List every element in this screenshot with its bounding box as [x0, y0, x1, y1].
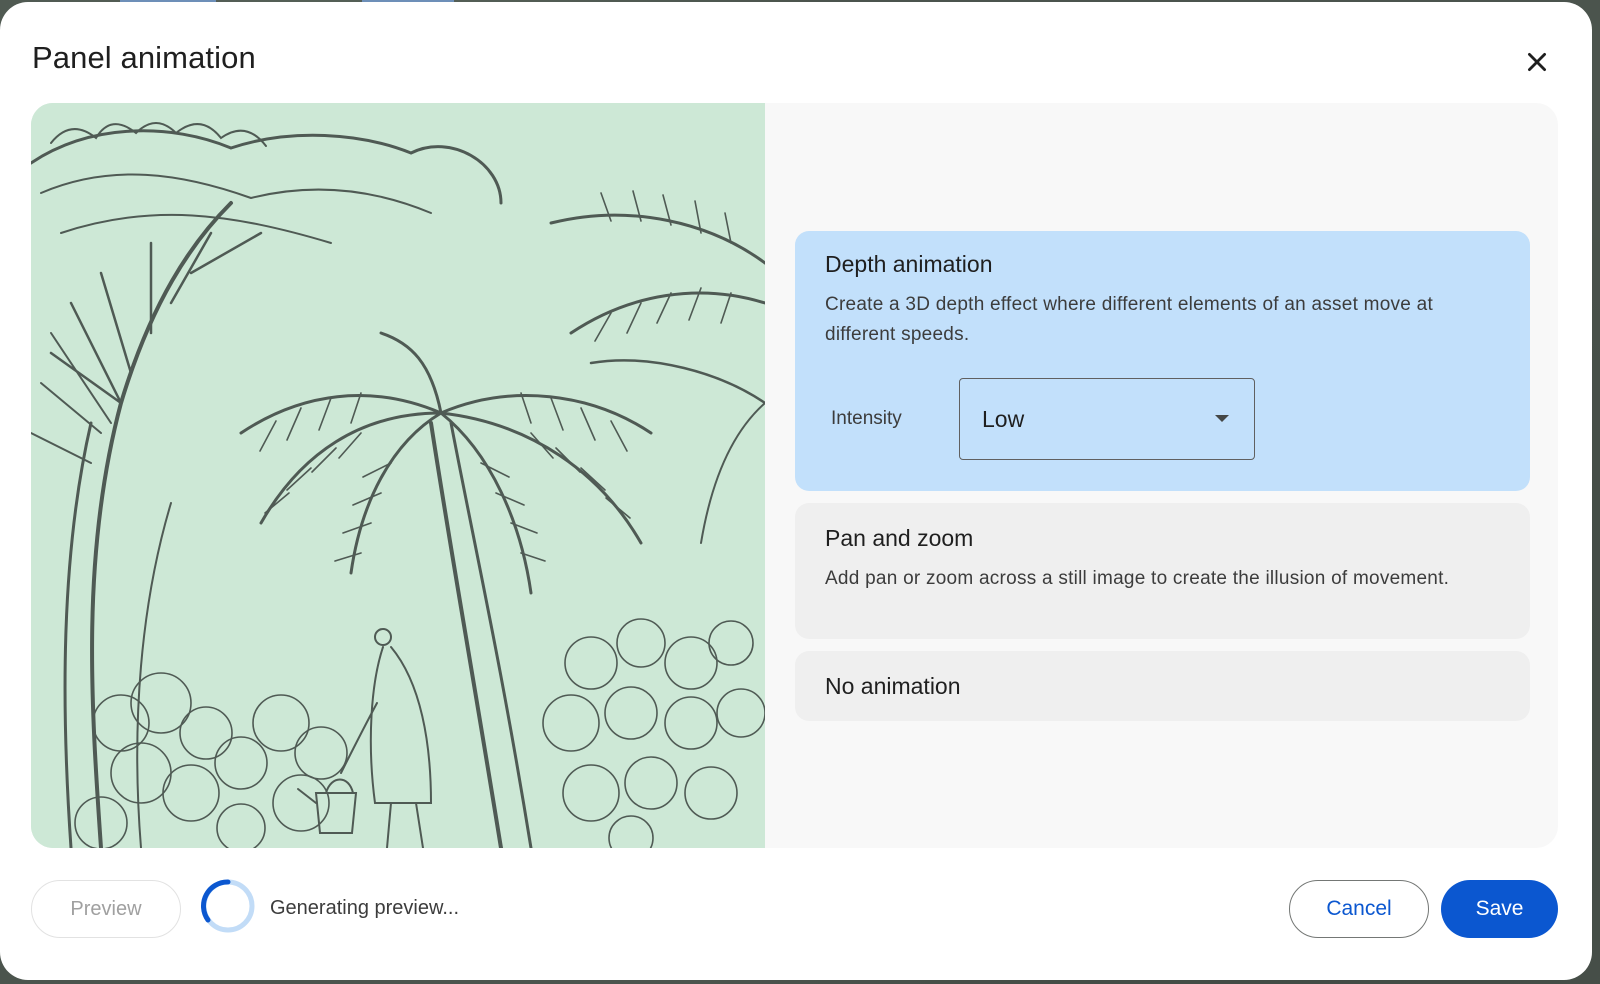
panel-animation-dialog: Panel animation Depth animation Create a…	[0, 2, 1592, 980]
option-description: Add pan or zoom across a still image to …	[825, 568, 1450, 589]
animation-options: Depth animation Create a 3D depth effect…	[795, 231, 1530, 733]
intensity-select-value: Low	[982, 405, 1025, 432]
loading-spinner-icon	[200, 879, 255, 933]
cancel-button[interactable]: Cancel	[1289, 880, 1429, 938]
preview-image	[31, 103, 765, 848]
sketch-illustration	[31, 103, 765, 848]
intensity-label: Intensity	[831, 408, 902, 429]
save-button[interactable]: Save	[1441, 880, 1558, 938]
option-depth-animation[interactable]: Depth animation Create a 3D depth effect…	[795, 231, 1530, 491]
intensity-select[interactable]: Low	[959, 378, 1255, 460]
close-icon	[1528, 53, 1546, 71]
dropdown-arrow-icon	[1215, 415, 1229, 422]
option-title: No animation	[825, 672, 961, 699]
option-description: Create a 3D depth effect where different…	[825, 294, 1434, 345]
close-button[interactable]	[1515, 40, 1559, 84]
option-no-animation[interactable]: No animation	[795, 651, 1530, 721]
dialog-title: Panel animation	[32, 40, 256, 75]
option-title: Depth animation	[825, 251, 993, 277]
option-title: Pan and zoom	[825, 525, 974, 551]
intensity-row: Intensity Low	[825, 378, 1500, 460]
preview-button[interactable]: Preview	[31, 880, 181, 938]
content-area: Depth animation Create a 3D depth effect…	[31, 103, 1558, 848]
option-pan-and-zoom[interactable]: Pan and zoom Add pan or zoom across a st…	[795, 503, 1530, 639]
status-text: Generating preview...	[270, 897, 459, 919]
